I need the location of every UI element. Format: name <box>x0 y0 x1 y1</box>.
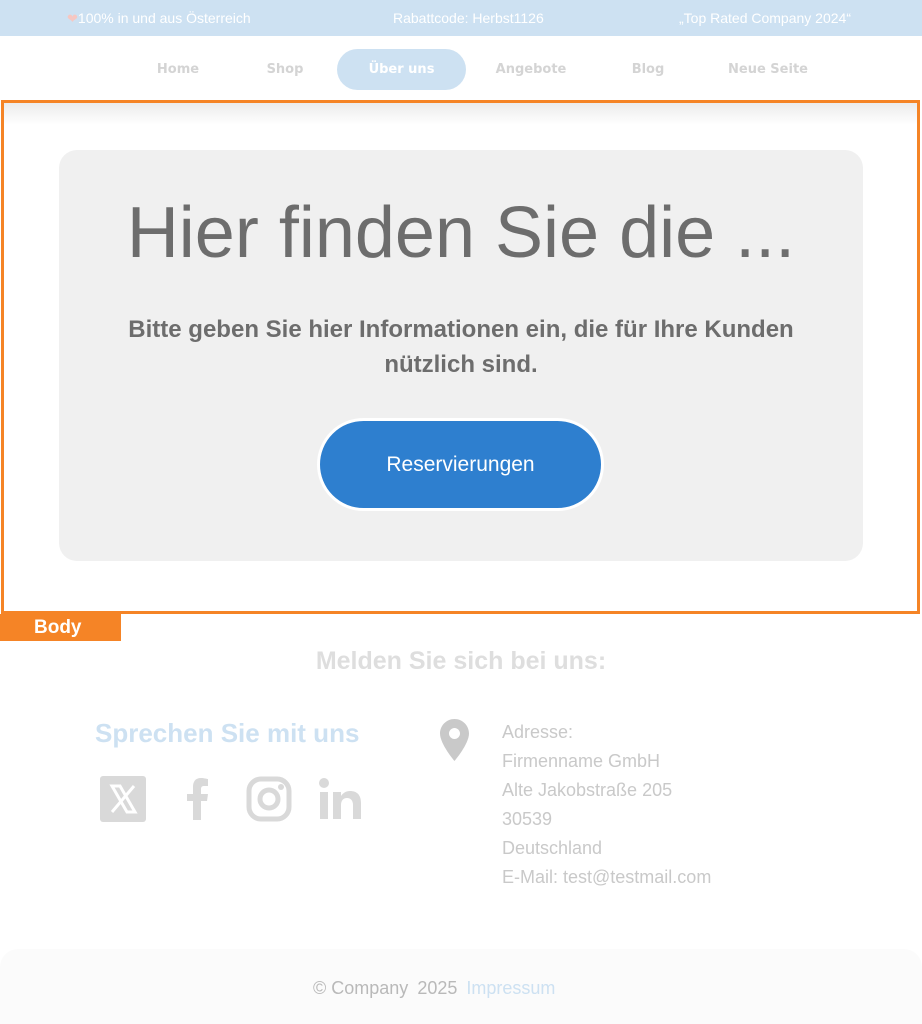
austria-message: ❤100% in und aus Österreich <box>67 10 251 26</box>
location-pin-icon <box>440 719 469 761</box>
heart-icon: ❤ <box>67 11 78 26</box>
imprint-link[interactable]: Impressum <box>466 978 555 998</box>
talk-heading: Sprechen Sie mit uns <box>95 718 360 748</box>
linkedin-icon[interactable] <box>316 774 366 824</box>
instagram-icon[interactable] <box>244 774 294 824</box>
main-navigation: Home Shop Über uns Angebote Blog Neue Se… <box>0 36 922 100</box>
nav-item-neue-seite[interactable]: Neue Seite <box>717 49 819 90</box>
body-section-outline <box>1 100 920 614</box>
nav-item-ueber-uns[interactable]: Über uns <box>337 49 466 90</box>
x-icon[interactable] <box>98 774 148 824</box>
copyright-year: 2025 <box>417 978 458 998</box>
copyright: © Company <box>313 978 409 998</box>
address-block: Adresse: Firmenname GmbH Alte Jakobstraß… <box>502 718 711 892</box>
email: E-Mail: test@testmail.com <box>502 867 712 887</box>
nav-item-shop[interactable]: Shop <box>251 49 319 90</box>
nav-item-angebote[interactable]: Angebote <box>486 49 576 90</box>
announcement-bar: ❤100% in und aus Österreich Rabattcode: … <box>0 0 922 36</box>
postal-code: 30539 <box>502 809 553 829</box>
nav-item-home[interactable]: Home <box>143 49 213 90</box>
country: Deutschland <box>502 838 603 858</box>
facebook-icon[interactable] <box>173 774 223 824</box>
signup-heading: Melden Sie sich bei uns: <box>315 647 607 675</box>
award-text: „Top Rated Company 2024“ <box>679 10 851 26</box>
footer-text: © Company 2025 Impressum <box>313 978 555 999</box>
discount-code: Rabattcode: Herbst1126 <box>393 10 544 26</box>
address-label: Adresse: <box>502 722 574 742</box>
body-section-label: Body <box>0 614 121 641</box>
street: Alte Jakobstraße 205 <box>502 780 673 800</box>
company-name: Firmenname GmbH <box>502 751 661 771</box>
nav-item-blog[interactable]: Blog <box>615 49 681 90</box>
